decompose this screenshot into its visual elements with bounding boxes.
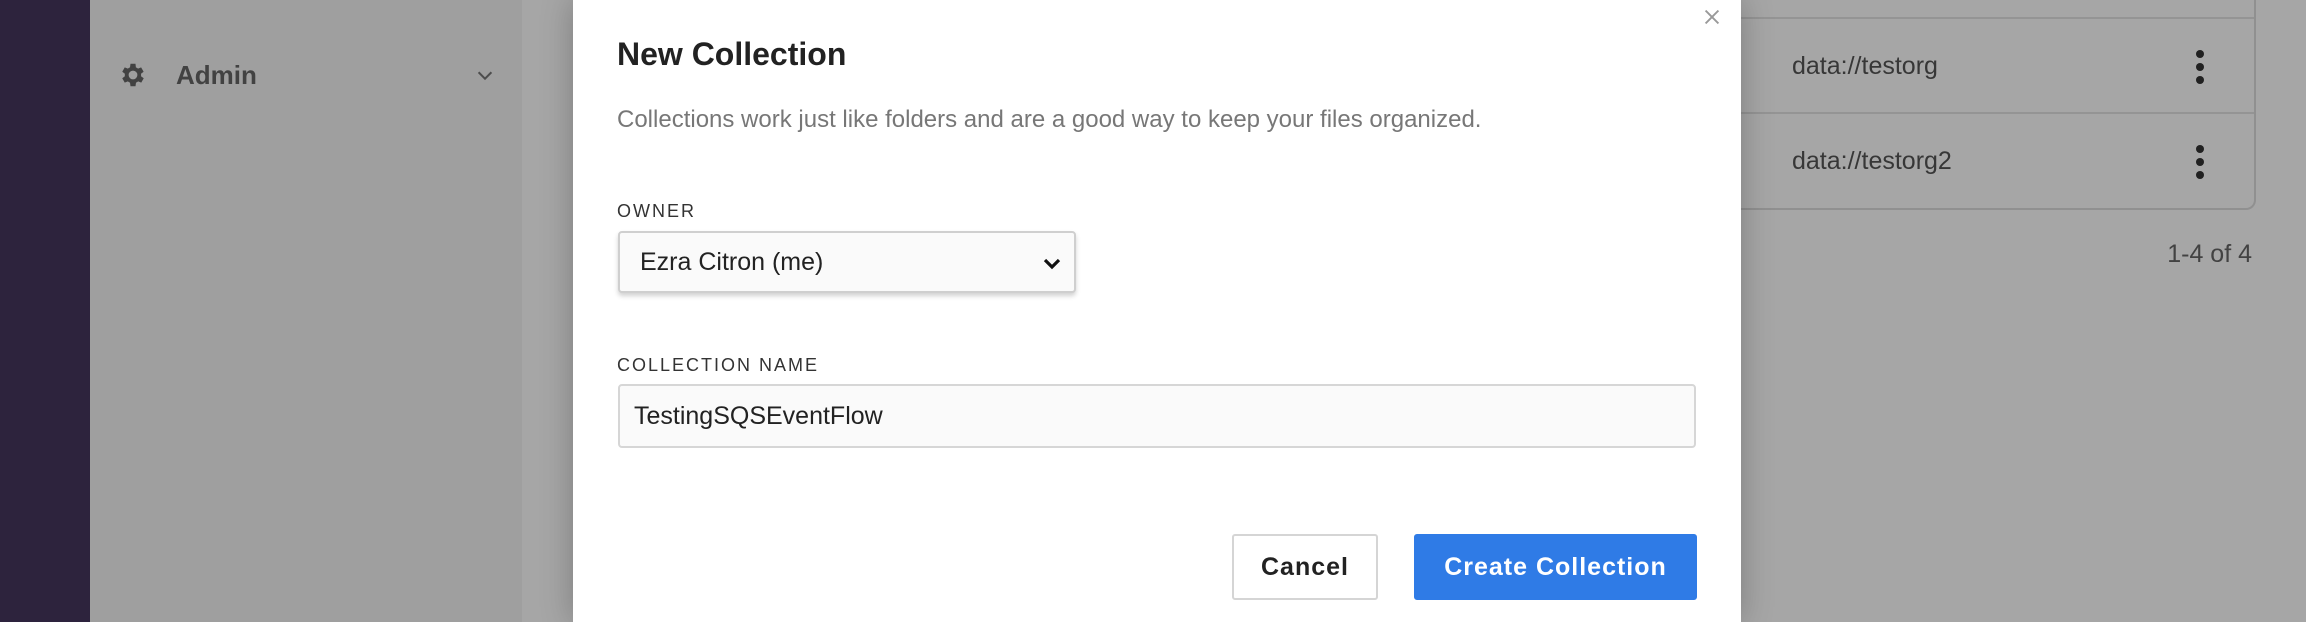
dialog-description: Collections work just like folders and a… — [617, 106, 1482, 133]
cancel-button[interactable]: Cancel — [1232, 534, 1378, 600]
collection-name-input[interactable] — [618, 384, 1696, 448]
chevron-down-icon — [1040, 252, 1064, 276]
close-icon[interactable] — [1701, 6, 1723, 28]
dialog-title: New Collection — [617, 36, 847, 72]
create-collection-button[interactable]: Create Collection — [1414, 534, 1697, 600]
collection-name-label: COLLECTION NAME — [617, 355, 820, 375]
owner-label: OWNER — [617, 201, 696, 221]
new-collection-dialog: New Collection Collections work just lik… — [573, 0, 1741, 622]
owner-select[interactable]: Ezra Citron (me) — [618, 231, 1076, 293]
owner-selected-value: Ezra Citron (me) — [640, 247, 824, 276]
